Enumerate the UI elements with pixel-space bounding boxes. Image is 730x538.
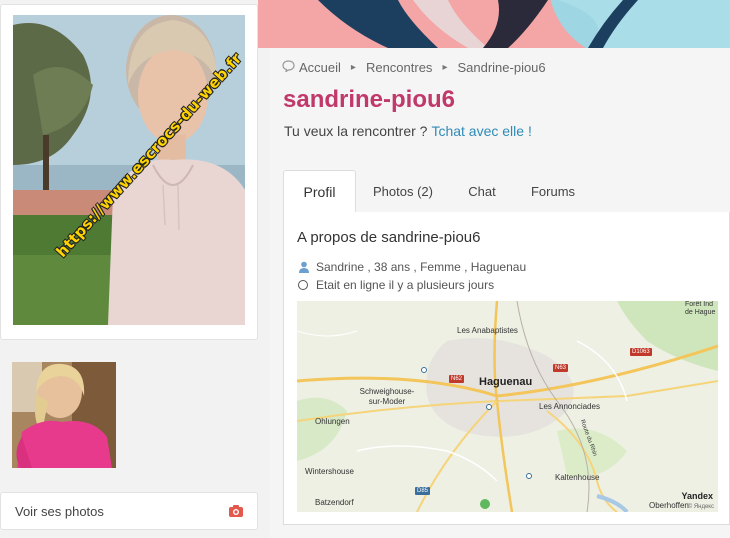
tab-forums[interactable]: Forums — [519, 170, 587, 213]
online-status-text: Etait en ligne il y a plusieurs jours — [316, 278, 495, 292]
tab-profil[interactable]: Profil — [283, 170, 356, 214]
profile-photo-card: https://www.escrocs-du-web.fr — [0, 4, 258, 340]
about-heading: A propos de sandrine-piou6 — [297, 229, 481, 246]
breadcrumb-current: Sandrine-piou6 — [457, 60, 546, 75]
thumbnail-photo[interactable] — [12, 362, 116, 468]
location-map[interactable]: Les Anabaptistes Haguenau Schweighouse-s… — [297, 301, 718, 512]
map-label: Batzendorf — [315, 498, 354, 507]
status-ring-icon — [298, 280, 308, 290]
map-label: Kaltenhouse — [555, 473, 600, 482]
map-label: Forêt Ind de Hague — [685, 301, 716, 316]
camera-icon — [228, 504, 244, 523]
header-banner — [258, 0, 730, 48]
profile-tabs: Profil Photos (2) Chat Forums — [283, 170, 730, 214]
road-badge: N63 — [553, 364, 569, 372]
map-label: Schweighouse-sur-Moder — [359, 387, 415, 406]
profile-details-text: Sandrine , 38 ans , Femme , Haguenau — [316, 260, 527, 274]
tab-photos[interactable]: Photos (2) — [363, 170, 443, 213]
page-title: sandrine-piou6 — [283, 86, 456, 113]
map-label: Haguenau — [479, 376, 533, 388]
road-badge: N62 — [449, 375, 465, 383]
chat-prompt-text: Tu veux la rencontrer ? — [284, 123, 428, 139]
chat-link[interactable]: Tchat avec elle ! — [431, 123, 531, 139]
chat-prompt: Tu veux la rencontrer ? Tchat avec elle ! — [284, 123, 532, 139]
road-badge: D85 — [415, 487, 431, 495]
see-photos-label: Voir ses photos — [15, 504, 104, 519]
map-label: Oberhoffen — [649, 501, 689, 510]
see-photos-card[interactable]: Voir ses photos — [0, 492, 258, 530]
map-label: Les Annonciades — [539, 402, 600, 411]
breadcrumb-home[interactable]: Accueil — [299, 60, 341, 75]
road-badge: D1063 — [630, 348, 652, 356]
map-label: Wintershouse — [305, 467, 354, 476]
user-icon — [299, 261, 309, 273]
speech-bubble-icon — [282, 60, 295, 75]
chevron-right-icon: ▸ — [350, 62, 356, 73]
map-provider-logo: Yandex — [681, 491, 713, 501]
online-status: Etait en ligne il y a plusieurs jours — [298, 278, 494, 292]
profile-details: Sandrine , 38 ans , Femme , Haguenau — [298, 260, 526, 274]
chevron-right-icon: ▸ — [442, 62, 448, 73]
map-label: Ohlungen — [315, 417, 350, 426]
breadcrumb: Accueil ▸ Rencontres ▸ Sandrine-piou6 — [282, 60, 546, 75]
tab-chat[interactable]: Chat — [453, 170, 511, 213]
map-credit: © Яндекс — [687, 504, 714, 510]
map-label: Les Anabaptistes — [457, 326, 518, 335]
breadcrumb-rencontres[interactable]: Rencontres — [366, 60, 432, 75]
